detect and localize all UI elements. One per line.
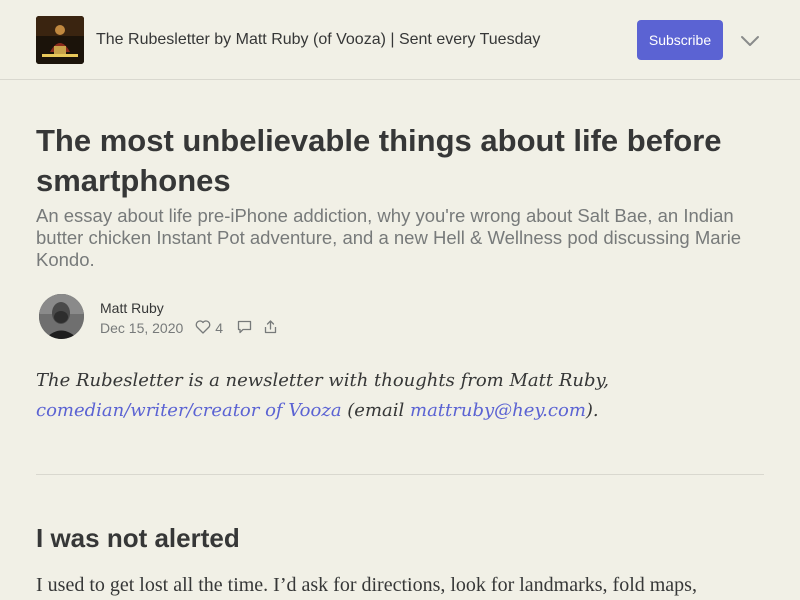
author-avatar[interactable] [39,294,84,339]
chevron-down-icon[interactable] [739,30,761,52]
share-icon[interactable] [264,319,277,337]
top-navigation-bar: The Rubesletter by Matt Ruby (of Vooza) … [0,0,800,80]
body-paragraph: I used to get lost all the time. I’d ask… [36,574,697,596]
intro-text-end: ). [585,400,599,421]
divider [36,474,764,475]
post-meta: Dec 15, 2020 4 [100,319,277,337]
post-title: The most unbelievable things about life … [36,123,722,198]
post-subtitle: An essay about life pre-iPhone addiction… [36,205,742,270]
subscribe-button[interactable]: Subscribe [637,20,723,60]
email-link[interactable]: mattruby@hey.com [410,400,586,421]
intro-text-middle: (email [341,400,410,421]
section-heading: I was not alerted [36,523,240,553]
intro-paragraph: The Rubesletter is a newsletter with tho… [36,366,676,426]
post-date: Dec 15, 2020 [100,320,184,336]
heart-icon[interactable] [195,319,211,337]
vooza-link[interactable]: comedian/writer/creator of Vooza [36,400,342,421]
author-name[interactable]: Matt Ruby [100,300,164,316]
comment-icon[interactable] [237,320,252,337]
like-count: 4 [215,320,224,336]
publication-title[interactable]: The Rubesletter by Matt Ruby (of Vooza) … [96,31,540,49]
publication-logo[interactable] [36,16,84,64]
intro-text-start: The Rubesletter is a newsletter with tho… [36,370,609,391]
